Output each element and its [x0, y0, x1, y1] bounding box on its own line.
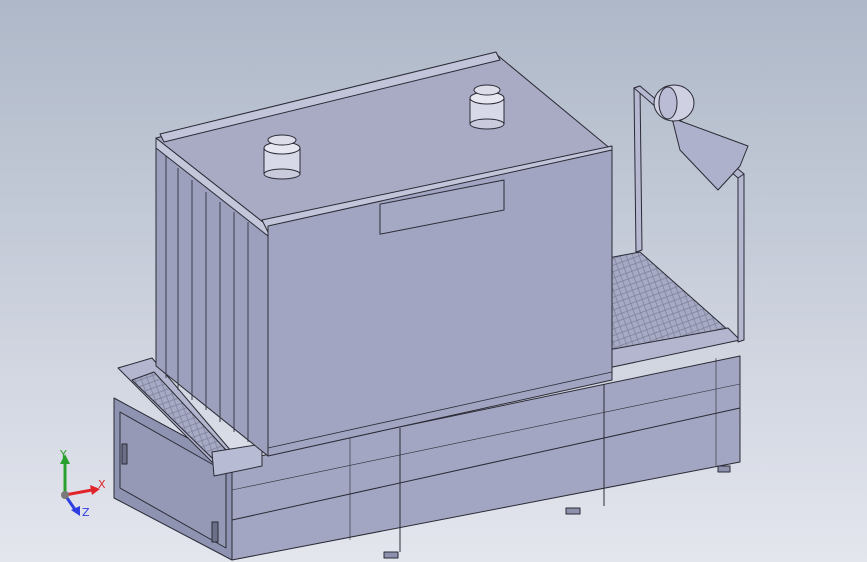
triad-origin [61, 491, 69, 499]
side-handle-right[interactable] [211, 521, 219, 543]
fan-rim [658, 86, 678, 120]
exhaust-stack-right [469, 84, 505, 130]
side-handle-left[interactable] [121, 443, 128, 465]
support-post-right [737, 173, 745, 343]
model-canvas[interactable]: Y X Z [0, 0, 867, 562]
triad-z-label: Z [82, 506, 90, 519]
triad-x-label: X [98, 478, 106, 491]
exhaust-stack-left [263, 134, 301, 180]
triad-y-label: Y [59, 448, 67, 461]
cad-viewport[interactable]: Y X Z [0, 0, 867, 562]
support-post-left [633, 85, 643, 253]
